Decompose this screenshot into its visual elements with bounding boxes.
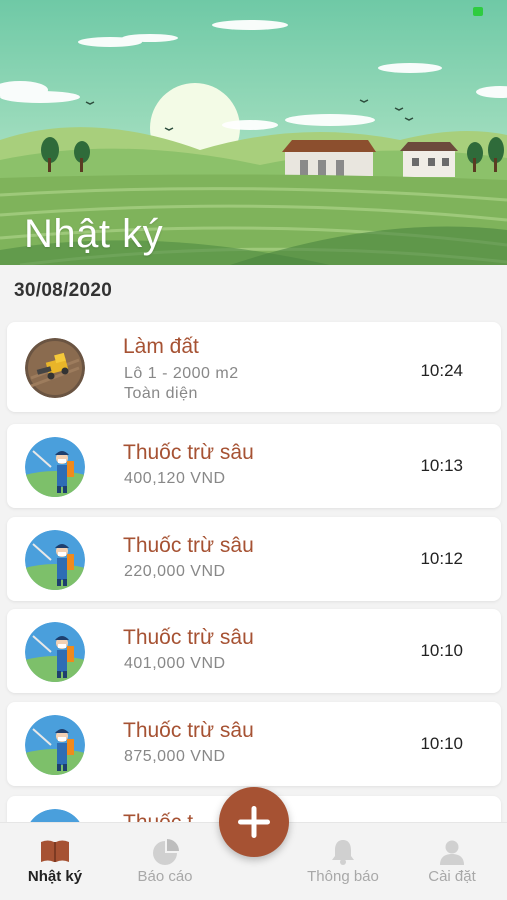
entry-detail-2: Toàn diện (124, 385, 198, 402)
farmer-spraying-icon (25, 715, 85, 775)
entry-amount: 400,120 VND (124, 470, 226, 487)
tab-settings[interactable]: Cài đặt (397, 823, 507, 900)
date-section-header: 30/08/2020 (0, 265, 507, 317)
entry-time: 10:13 (420, 456, 463, 475)
list-item[interactable]: Làm đất Lô 1 - 2000 m2 Toàn diện 10:24 (7, 322, 501, 412)
entry-time: 10:24 (420, 361, 463, 380)
tab-label: Cài đặt (428, 868, 476, 885)
tab-diary[interactable]: Nhật ký (0, 823, 110, 900)
bell-icon (331, 839, 355, 870)
entry-amount: 220,000 VND (124, 563, 226, 580)
list-item[interactable]: Thuốc trừ sâu 875,000 VND 10:10 (7, 702, 501, 786)
plus-icon (238, 806, 270, 838)
tab-notifications[interactable]: Thông báo (288, 823, 398, 900)
diary-list[interactable]: Làm đất Lô 1 - 2000 m2 Toàn diện 10:24 T… (0, 318, 507, 822)
farmer-spraying-icon (25, 437, 85, 497)
tab-label: Thông báo (307, 868, 379, 885)
entry-title: Thuốc trừ sâu (123, 534, 254, 557)
entry-title: Thuốc trừ sâu (123, 626, 254, 649)
harvester-icon (25, 338, 85, 398)
entry-title: Thuốc t (123, 811, 193, 822)
book-icon (39, 839, 71, 868)
header-banner: Nhật ký (0, 0, 507, 265)
add-entry-button[interactable] (219, 787, 289, 857)
farmer-spraying-icon (25, 809, 85, 822)
entry-time: 10:10 (420, 641, 463, 660)
list-item[interactable]: Thuốc trừ sâu 401,000 VND 10:10 (7, 609, 501, 693)
battery-icon (473, 7, 483, 16)
user-icon (439, 839, 465, 870)
date-label: 30/08/2020 (14, 280, 113, 301)
page-title: Nhật ký (24, 212, 164, 256)
list-item[interactable]: Thuốc trừ sâu 400,120 VND 10:13 (7, 424, 501, 508)
entry-title: Thuốc trừ sâu (123, 719, 254, 742)
entry-time: 10:12 (420, 549, 463, 568)
tab-label: Nhật ký (27, 868, 83, 885)
entry-time: 10:10 (420, 734, 463, 753)
entry-title: Thuốc trừ sâu (123, 441, 254, 464)
list-item[interactable]: Thuốc trừ sâu 220,000 VND 10:12 (7, 517, 501, 601)
tab-reports[interactable]: Báo cáo (110, 823, 220, 900)
entry-title: Làm đất (123, 335, 199, 358)
entry-detail: Lô 1 - 2000 m2 (124, 365, 239, 382)
farmer-spraying-icon (25, 530, 85, 590)
tab-label: Báo cáo (137, 868, 193, 885)
entry-amount: 401,000 VND (124, 655, 226, 672)
entry-amount: 875,000 VND (124, 748, 226, 765)
farmer-spraying-icon (25, 622, 85, 682)
